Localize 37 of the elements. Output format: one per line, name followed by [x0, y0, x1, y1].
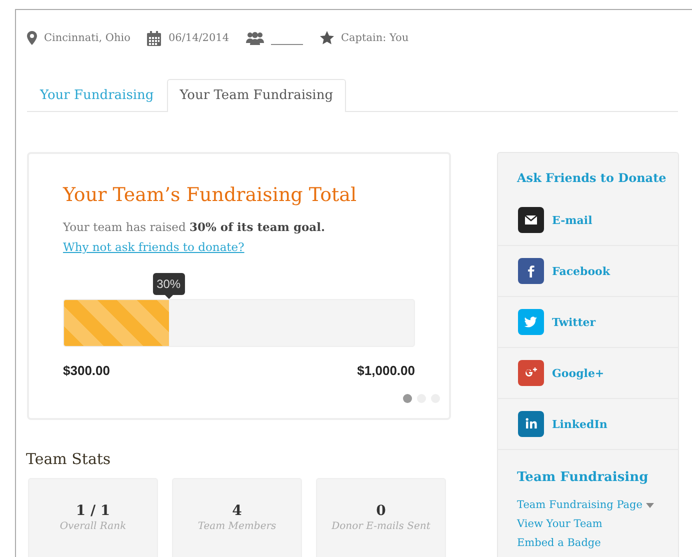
share-link[interactable]: Twitter [552, 316, 596, 328]
card-title: Your Team’s Fundraising Total [63, 184, 358, 206]
calendar-icon [147, 30, 162, 46]
star-icon [320, 31, 334, 45]
bird-icon [518, 309, 544, 335]
tab[interactable]: Your Team Fundraising [166, 79, 346, 112]
envelope-icon [518, 207, 544, 233]
share-link[interactable]: LinkedIn [552, 418, 608, 430]
sidebar-heading: Team Fundraising [517, 470, 650, 485]
goal-amount: $1,000.00 [357, 363, 415, 378]
share-link[interactable]: Facebook [552, 264, 610, 278]
location-pin-icon [27, 31, 37, 45]
share-link[interactable]: E-mail [552, 214, 592, 226]
event-detail: 06/14/2014 [168, 32, 230, 44]
sidebar-link[interactable]: Embed a Badge [517, 537, 601, 549]
stat-label: Team Members [196, 521, 278, 532]
section-heading: Team Stats [26, 450, 112, 468]
raised-amount: $300.00 [63, 363, 110, 378]
stat-value: 4 [231, 503, 243, 519]
linkedin-icon [518, 411, 544, 437]
facebook-icon [518, 258, 544, 284]
event-detail: Cincinnati, Ohio [44, 32, 130, 44]
group-icon [246, 31, 264, 45]
stat-label: Overall Rank [58, 521, 128, 532]
ask-friends-link[interactable]: Why not ask friends to donate? [63, 240, 244, 254]
summary-text: Your team has raised 30% of its team goal. [63, 220, 326, 234]
stat-label: Donor E-mails Sent [330, 521, 432, 532]
share-link[interactable]: Google+ [552, 366, 604, 380]
sidebar-heading: Ask Friends to Donate [516, 170, 668, 187]
sidebar-link[interactable]: Team Fundraising Page [517, 499, 642, 511]
stat-value: 1 / 1 [74, 503, 112, 519]
sidebar-link[interactable]: View Your Team [517, 518, 602, 530]
tab[interactable]: Your Fundraising [27, 79, 167, 112]
event-detail: Captain: You [341, 32, 409, 44]
stat-value: 0 [375, 503, 387, 519]
google-plus-icon [518, 360, 544, 386]
carousel-dot[interactable] [403, 394, 412, 403]
